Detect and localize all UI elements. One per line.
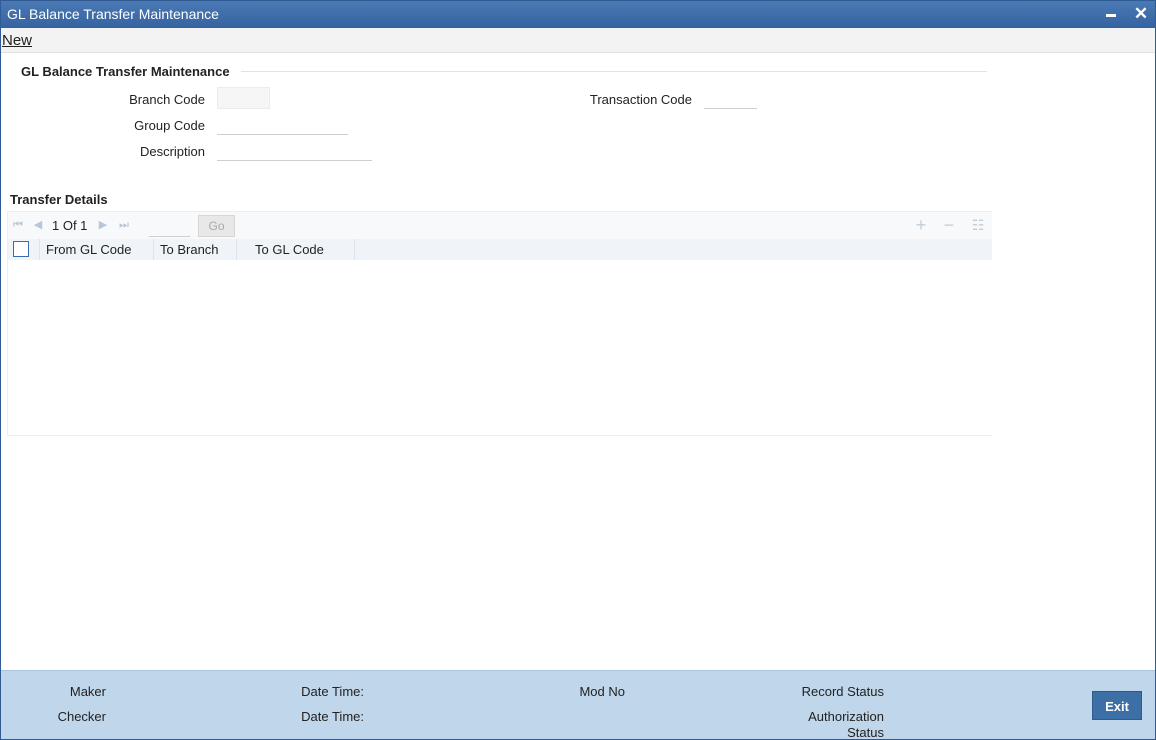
authorization-status-label-line-2: Status [847,725,884,740]
transaction-code-label: Transaction Code [589,92,692,107]
column-separator [354,239,355,260]
description-label: Description [139,144,205,159]
checker-date-time-label: Date Time: [301,709,364,724]
branch-code-field[interactable] [217,87,270,109]
column-header-to-gl-code[interactable]: To GL Code [255,242,324,257]
column-header-from-gl-code[interactable]: From GL Code [46,242,132,257]
transfer-details-title: Transfer Details [10,192,108,207]
add-row-icon[interactable]: + [913,216,929,234]
mod-no-label: Mod No [579,684,625,699]
transaction-code-field[interactable] [704,87,757,109]
column-separator [153,239,154,260]
grid-header: From GL Code To Branch To GL Code [8,239,992,260]
description-field[interactable] [217,139,372,161]
go-button[interactable]: Go [198,215,235,237]
group-code-label: Group Code [134,118,205,133]
column-header-to-branch[interactable]: To Branch [160,242,219,257]
group-code-field[interactable] [217,113,348,135]
previous-page-icon[interactable]: ◀ [32,219,44,231]
single-view-icon[interactable]: ☷ [970,217,986,233]
close-icon[interactable]: ✕ [1131,4,1151,24]
column-separator [236,239,237,260]
checker-label: Checker [57,709,106,724]
new-link[interactable]: New [2,32,32,49]
page-number-input[interactable] [149,215,190,237]
window: GL Balance Transfer Maintenance ✕ New GL… [0,0,1156,740]
delete-row-icon[interactable]: − [941,216,957,234]
first-page-icon[interactable]: ⏮ [12,219,24,231]
pager-text: 1 Of 1 [52,218,88,233]
minimize-icon[interactable] [1101,4,1121,24]
audit-footer: Maker Checker Date Time: Date Time: Mod … [1,670,1155,740]
title-bar: GL Balance Transfer Maintenance ✕ [1,1,1155,28]
grid-toolbar: ⏮ ◀ 1 Of 1 ▶ ⏭ Go + − ☷ [8,212,992,239]
column-separator [39,239,40,260]
menu-bar: New [1,28,1155,53]
next-page-icon[interactable]: ▶ [97,219,109,231]
branch-code-label: Branch Code [129,92,205,107]
window-title: GL Balance Transfer Maintenance [7,6,219,22]
select-all-checkbox[interactable] [13,241,29,257]
transfer-details-grid: ⏮ ◀ 1 Of 1 ▶ ⏭ Go + − ☷ From GL Code To … [7,211,992,436]
section-title: GL Balance Transfer Maintenance [21,64,230,79]
exit-button[interactable]: Exit [1092,691,1142,720]
record-status-label: Record Status [801,684,884,699]
maker-date-time-label: Date Time: [301,684,364,699]
authorization-status-label: Authorization [808,709,884,724]
last-page-icon[interactable]: ⏭ [118,219,130,231]
section-divider [241,71,987,72]
maker-label: Maker [69,684,106,699]
